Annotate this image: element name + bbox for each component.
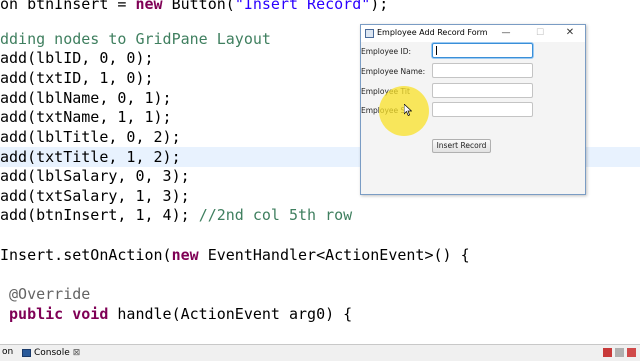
code-line: on btnInsert = new Button("Insert Record… bbox=[0, 0, 389, 13]
maximize-button[interactable]: ☐ bbox=[533, 27, 547, 39]
mouse-pointer-icon bbox=[404, 104, 412, 116]
console-icon bbox=[22, 348, 31, 357]
code-line: public void handle(ActionEvent arg0) { bbox=[0, 305, 353, 323]
remove-all-icon[interactable] bbox=[627, 348, 636, 357]
employee-id-input[interactable] bbox=[432, 43, 533, 58]
label-employee-name: Employee Name: bbox=[361, 67, 426, 76]
employee-title-input[interactable] bbox=[432, 83, 533, 98]
close-icon[interactable]: ⊠ bbox=[73, 348, 81, 358]
minimize-button[interactable]: — bbox=[499, 27, 513, 39]
console-toolbar bbox=[603, 348, 636, 357]
text-caret bbox=[436, 46, 437, 55]
insert-record-button[interactable]: Insert Record bbox=[432, 139, 491, 153]
tab-console[interactable]: Console ⊠ bbox=[18, 345, 84, 360]
code-line: Insert.setOnAction(new EventHandler<Acti… bbox=[0, 246, 470, 264]
status-text: on bbox=[2, 347, 14, 357]
terminate-icon[interactable] bbox=[603, 348, 612, 357]
employee-name-input[interactable] bbox=[432, 63, 533, 78]
console-tab-label: Console bbox=[34, 347, 70, 358]
label-employee-id: Employee ID: bbox=[361, 47, 412, 56]
app-icon bbox=[365, 29, 374, 38]
close-button[interactable]: ✕ bbox=[563, 27, 577, 39]
window-titlebar[interactable]: Employee Add Record Form — ☐ ✕ bbox=[361, 25, 585, 42]
remove-launch-icon[interactable] bbox=[615, 348, 624, 357]
code-line: @Override bbox=[0, 285, 91, 303]
window-title: Employee Add Record Form bbox=[377, 28, 488, 37]
bottom-panel-bar: on Console ⊠ bbox=[0, 344, 640, 361]
employee-salary-input[interactable] bbox=[432, 102, 533, 117]
code-line: add(btnInsert, 1, 4); //2nd col 5th row bbox=[0, 206, 353, 224]
